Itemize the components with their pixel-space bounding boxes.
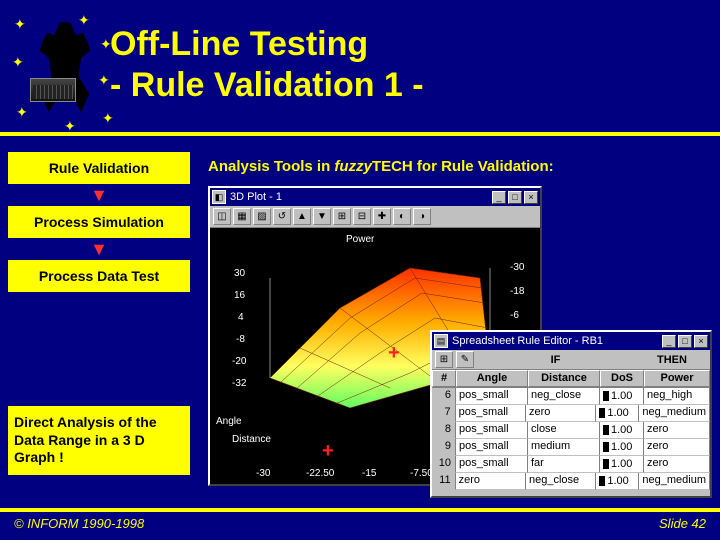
window-title: 3D Plot - 1 [230, 191, 282, 203]
tool-button[interactable]: ⊞ [333, 208, 351, 225]
step-process-simulation: Process Simulation [8, 206, 190, 238]
window-title: Spreadsheet Rule Editor - RB1 [452, 335, 603, 347]
titlebar[interactable]: ◧ 3D Plot - 1 _ □ × [210, 188, 540, 206]
table-row[interactable]: 7pos_smallzero1.00neg_medium [432, 405, 710, 422]
table-row[interactable]: 8pos_smallclose1.00zero [432, 422, 710, 439]
slide-footer: © INFORM 1990-1998 Slide 42 [0, 508, 720, 540]
maximize-button[interactable]: □ [678, 335, 692, 348]
keyboard-icon [30, 78, 76, 102]
close-button[interactable]: × [694, 335, 708, 348]
step-rule-validation: Rule Validation [8, 152, 190, 184]
tool-button[interactable]: ✎ [456, 351, 474, 368]
tool-button[interactable]: ▲ [293, 208, 311, 225]
tool-button[interactable]: ▨ [253, 208, 271, 225]
tool-button[interactable]: ▦ [233, 208, 251, 225]
minimize-button[interactable]: _ [662, 335, 676, 348]
then-header: THEN [637, 354, 707, 366]
step-process-data-test: Process Data Test [8, 260, 190, 292]
tool-button[interactable]: ◑ [413, 208, 431, 225]
tool-button[interactable]: ⊞ [435, 351, 453, 368]
plot-toolbar: ◫ ▦ ▨ ↺ ▲ ▼ ⊞ ⊟ ✚ ◐ ◑ [210, 206, 540, 228]
slide-number: Slide 42 [659, 516, 706, 531]
section-subtitle: Analysis Tools in fuzzyTECH for Rule Val… [208, 158, 554, 175]
maximize-button[interactable]: □ [508, 191, 522, 204]
axis-label-y: Angle [216, 416, 242, 427]
tool-button[interactable]: ✚ [373, 208, 391, 225]
crosshair-icon: + [388, 342, 400, 365]
axis-label-x: Distance [232, 434, 271, 445]
window-icon: ▤ [434, 334, 448, 348]
close-button[interactable]: × [524, 191, 538, 204]
table-row[interactable]: 9pos_smallmedium1.00zero [432, 439, 710, 456]
tool-button[interactable]: ◫ [213, 208, 231, 225]
tool-button[interactable]: ◐ [393, 208, 411, 225]
tool-button[interactable]: ▼ [313, 208, 331, 225]
table-row[interactable]: 10pos_smallfar1.00zero [432, 456, 710, 473]
window-icon: ◧ [212, 190, 226, 204]
table-header: # Angle Distance DoS Power [432, 370, 710, 388]
arrow-down-icon: ▼ [8, 188, 190, 202]
minimize-button[interactable]: _ [492, 191, 506, 204]
if-header: IF [477, 354, 634, 366]
window-rule-editor: ▤ Spreadsheet Rule Editor - RB1 _ □ × ⊞ … [430, 330, 712, 498]
tool-button[interactable]: ⊟ [353, 208, 371, 225]
callout-caption: Direct Analysis of the Data Range in a 3… [8, 406, 190, 475]
slide-title: Off-Line Testing - Rule Validation 1 - [110, 10, 424, 106]
rule-toolbar: ⊞ ✎ IF THEN [432, 350, 710, 370]
divider-top [0, 132, 720, 136]
tool-button[interactable]: ↺ [273, 208, 291, 225]
crosshair-icon: + [322, 440, 334, 463]
table-row[interactable]: 11zeroneg_close1.00neg_medium [432, 473, 710, 490]
arrow-down-icon: ▼ [8, 242, 190, 256]
copyright-text: © INFORM 1990-1998 [14, 516, 144, 531]
axis-label-z: Power [346, 234, 374, 245]
slide-logo: ✦ ✦ ✦ ✦ ✦ ✦ ✦ ✦ [10, 10, 110, 130]
table-row[interactable]: 6pos_smallneg_close1.00neg_high [432, 388, 710, 405]
titlebar[interactable]: ▤ Spreadsheet Rule Editor - RB1 _ □ × [432, 332, 710, 350]
